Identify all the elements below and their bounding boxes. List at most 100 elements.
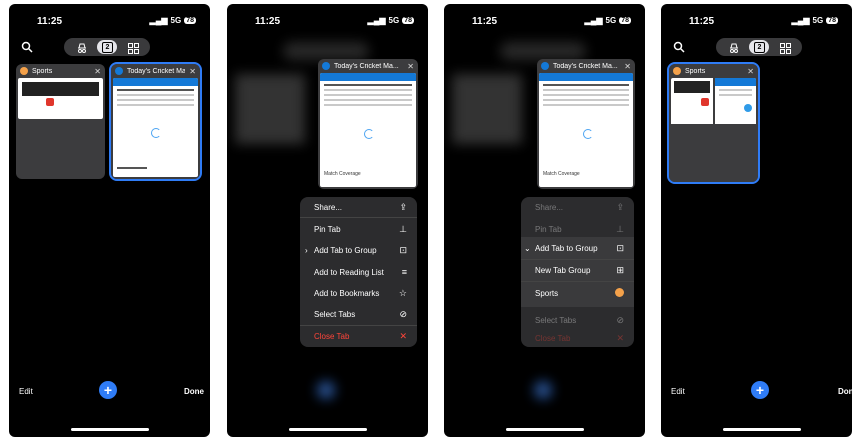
add-to-group-submenu: ⌄ Add Tab to Group ⊡ New Tab Group ⊞ Sports [521,237,634,307]
status-bar: 11:25 ▂▄▆ 5G 78 [661,16,852,30]
tab-thumbnail [18,78,103,119]
home-indicator [289,428,367,431]
tab-switcher-bottom-bar: + [227,381,428,437]
done-button[interactable]: Done [838,387,852,396]
private-tabs-icon[interactable] [728,41,740,59]
pin-tab-menu-item[interactable]: Pin Tab ⊥ [300,219,417,239]
tab-group-card-sports[interactable]: Sports ✕ [667,62,760,184]
tab-mode-segmented-control: 2 [64,38,150,56]
share-icon: ⇪ [399,201,407,212]
tab-switcher-toolbar: 2 [661,34,852,60]
chevron-right-icon: › [305,245,308,255]
add-to-group-header[interactable]: ⌄ Add Tab to Group ⊡ [521,238,634,258]
new-tab-button[interactable]: + [99,381,117,399]
cricket-favicon-icon [541,62,549,70]
tab-card-cricket-preview[interactable]: Today's Cricket Ma... ✕ Match Coverage [318,59,418,189]
pin-icon: ⊥ [399,223,407,234]
battery-icon: 78 [619,17,631,24]
tab-title: Today's Cricket Ma... [334,62,399,70]
done-button[interactable]: Done [184,387,204,396]
tab-switcher-toolbar: 2 [9,34,210,60]
tab-group-thumbnails [671,78,756,126]
pin-tab-menu-item[interactable]: Pin Tab ⊥ [521,219,634,239]
tab-title: Today's Cricket Ma... [553,62,618,70]
network-label: 5G [388,16,400,25]
tab-groups-icon[interactable] [780,41,791,59]
tab-switcher-bottom-bar: Edit + Done [661,381,852,437]
close-tab-icon[interactable]: ✕ [189,67,196,76]
battery-icon: 78 [826,17,838,24]
reading-list-icon: ≡ [401,267,407,277]
cricket-favicon-icon [115,67,123,75]
cricket-favicon-icon [322,62,330,70]
new-group-icon: ⊞ [616,264,624,275]
close-icon: ✕ [399,330,407,341]
close-tab-menu-item[interactable]: Close Tab ✕ [521,328,634,347]
tab-groups-icon[interactable] [128,41,139,59]
select-tabs-menu-item[interactable]: Select Tabs ⊘ [521,310,634,330]
status-time: 11:25 [37,16,63,27]
new-tab-button: + [534,381,552,399]
home-indicator [723,428,801,431]
home-indicator [71,428,149,431]
group-icon: ⊡ [616,242,624,253]
select-tabs-menu-item[interactable]: Select Tabs ⊘ [300,304,417,324]
phone-screen-2: 11:25 ▂▄▆ 5G 78 Today's Cricket Ma... ✕ Mat… [227,4,428,437]
tab-card-cricket-preview[interactable]: Today's Cricket Ma... ✕ Match Coverage [537,59,635,189]
edit-button[interactable]: Edit [19,387,33,396]
network-label: 5G [170,16,182,25]
tab-switcher-bottom-bar: Edit + Done [9,381,210,437]
section-label: Match Coverage [543,171,580,177]
phone-screen-3: 11:25 ▂▄▆ 5G 78 Today's Cricket Ma... ✕ Mat… [444,4,645,437]
checkmark-circle-icon: ⊘ [399,308,407,319]
chevron-down-icon: ⌄ [524,243,531,253]
close-icon: ✕ [616,332,624,343]
new-tab-button[interactable]: + [751,381,769,399]
sports-group-icon [615,287,624,299]
close-tab-icon[interactable]: ✕ [747,67,754,76]
close-tab-icon[interactable]: ✕ [94,67,101,76]
sports-favicon-icon [20,67,28,75]
search-icon[interactable] [673,40,685,58]
new-tab-group-menu-item[interactable]: New Tab Group ⊞ [521,260,634,280]
tab-count-button[interactable]: 2 [97,40,117,54]
signal-icon: ▂▄▆ [367,16,386,25]
bookmarks-menu-item[interactable]: Add to Bookmarks ☆ [300,283,417,303]
status-time: 11:25 [472,16,498,27]
tab-card-cricket[interactable]: Today's Cricket Ma... ✕ [109,62,202,181]
tab-card-sports[interactable]: Sports ✕ [16,64,105,179]
private-tabs-icon[interactable] [76,41,88,59]
sports-group-menu-item[interactable]: Sports [521,283,634,303]
tab-mode-segmented-control: 2 [716,38,802,56]
signal-icon: ▂▄▆ [149,16,168,25]
tab-context-menu: Share... ⇪ Pin Tab ⊥ › Add Tab to Group ⊡ Ad… [300,197,417,347]
reading-list-menu-item[interactable]: Add to Reading List ≡ [300,262,417,282]
star-icon: ☆ [398,287,407,298]
tab-context-menu: Share... ⇪ Pin Tab ⊥ ⌄ Add Tab to Group ⊡ Ne… [521,197,634,347]
tab-title: Sports [685,67,706,75]
close-tab-icon[interactable]: ✕ [624,62,631,71]
close-tab-icon[interactable]: ✕ [407,62,414,71]
search-icon[interactable] [21,40,33,58]
status-time: 11:25 [689,16,715,27]
close-tab-menu-item[interactable]: Close Tab ✕ [300,326,417,346]
pin-icon: ⊥ [616,223,624,234]
add-to-group-menu-item[interactable]: › Add Tab to Group ⊡ [300,240,417,260]
signal-icon: ▂▄▆ [791,16,810,25]
status-time: 11:25 [255,16,281,27]
network-label: 5G [605,16,617,25]
share-menu-item[interactable]: Share... ⇪ [521,197,634,217]
tab-title: Sports [32,67,53,75]
tab-title: Today's Cricket Ma... [127,67,186,75]
checkmark-circle-icon: ⊘ [616,314,624,325]
tab-thumbnail: Match Coverage [320,73,416,187]
status-bar: 11:25 ▂▄▆ 5G 78 [9,16,210,30]
status-bar: 11:25 ▂▄▆ 5G 78 [227,16,428,30]
tab-thumbnail: Match Coverage [539,73,633,187]
share-menu-item[interactable]: Share... ⇪ [300,197,417,217]
tab-count-button[interactable]: 2 [749,40,769,54]
new-tab-button: + [317,381,335,399]
edit-button[interactable]: Edit [671,387,685,396]
network-label: 5G [812,16,824,25]
phone-screen-1: 11:25 ▂▄▆ 5G 78 2 Sports ✕ Today's Cricket … [9,4,210,437]
